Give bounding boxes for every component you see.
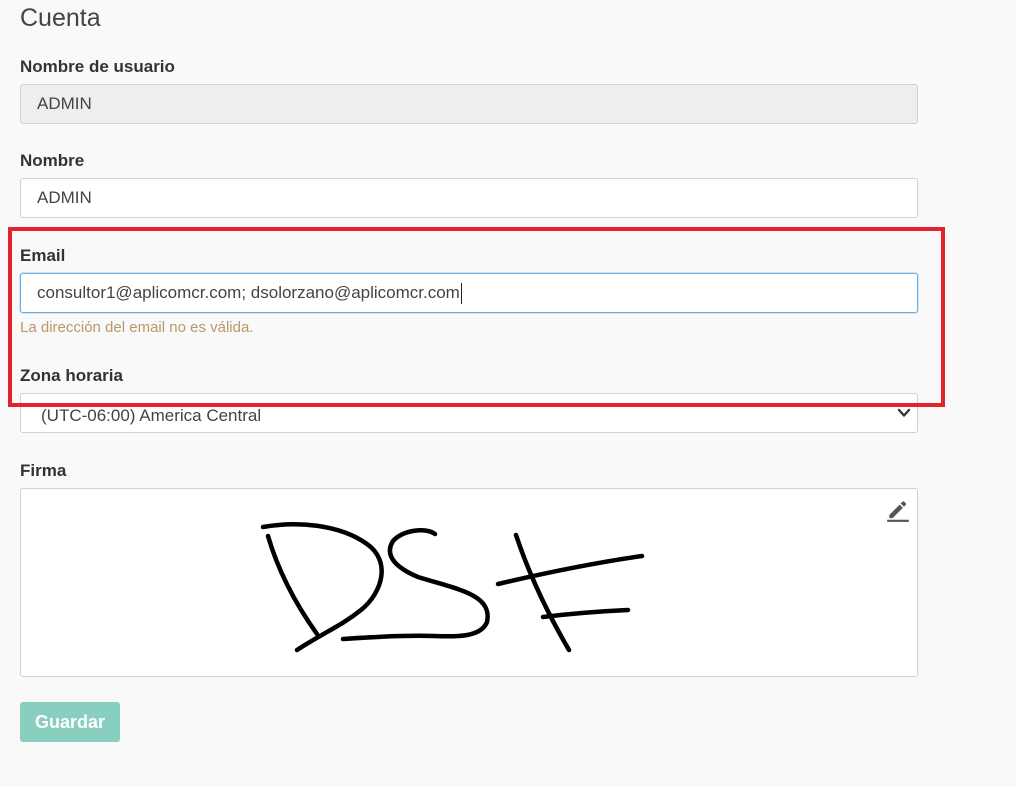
- signature-drawing: [260, 522, 645, 653]
- signature-label: Firma: [20, 461, 67, 480]
- timezone-select[interactable]: (UTC-06:00) America Central: [20, 393, 918, 433]
- page-title: Cuenta: [20, 4, 101, 32]
- email-field[interactable]: consultor1@aplicomcr.com; dsolorzano@apl…: [20, 273, 918, 313]
- name-field[interactable]: ADMIN: [20, 178, 918, 218]
- timezone-label: Zona horaria: [20, 366, 123, 385]
- email-label: Email: [20, 246, 66, 265]
- username-field: ADMIN: [20, 84, 918, 124]
- username-value: ADMIN: [37, 94, 92, 113]
- chevron-down-icon: [897, 408, 911, 417]
- email-error-message: La dirección del email no es válida.: [20, 319, 254, 336]
- name-label: Nombre: [20, 151, 85, 170]
- timezone-selected-value: (UTC-06:00) America Central: [41, 406, 262, 425]
- email-value: consultor1@aplicomcr.com; dsolorzano@apl…: [37, 283, 460, 302]
- highlight-box: [8, 227, 945, 407]
- save-button[interactable]: Guardar: [20, 702, 120, 742]
- text-caret: [460, 282, 462, 304]
- signature-pad[interactable]: [20, 488, 918, 677]
- name-value: ADMIN: [37, 188, 92, 207]
- username-label: Nombre de usuario: [20, 57, 175, 76]
